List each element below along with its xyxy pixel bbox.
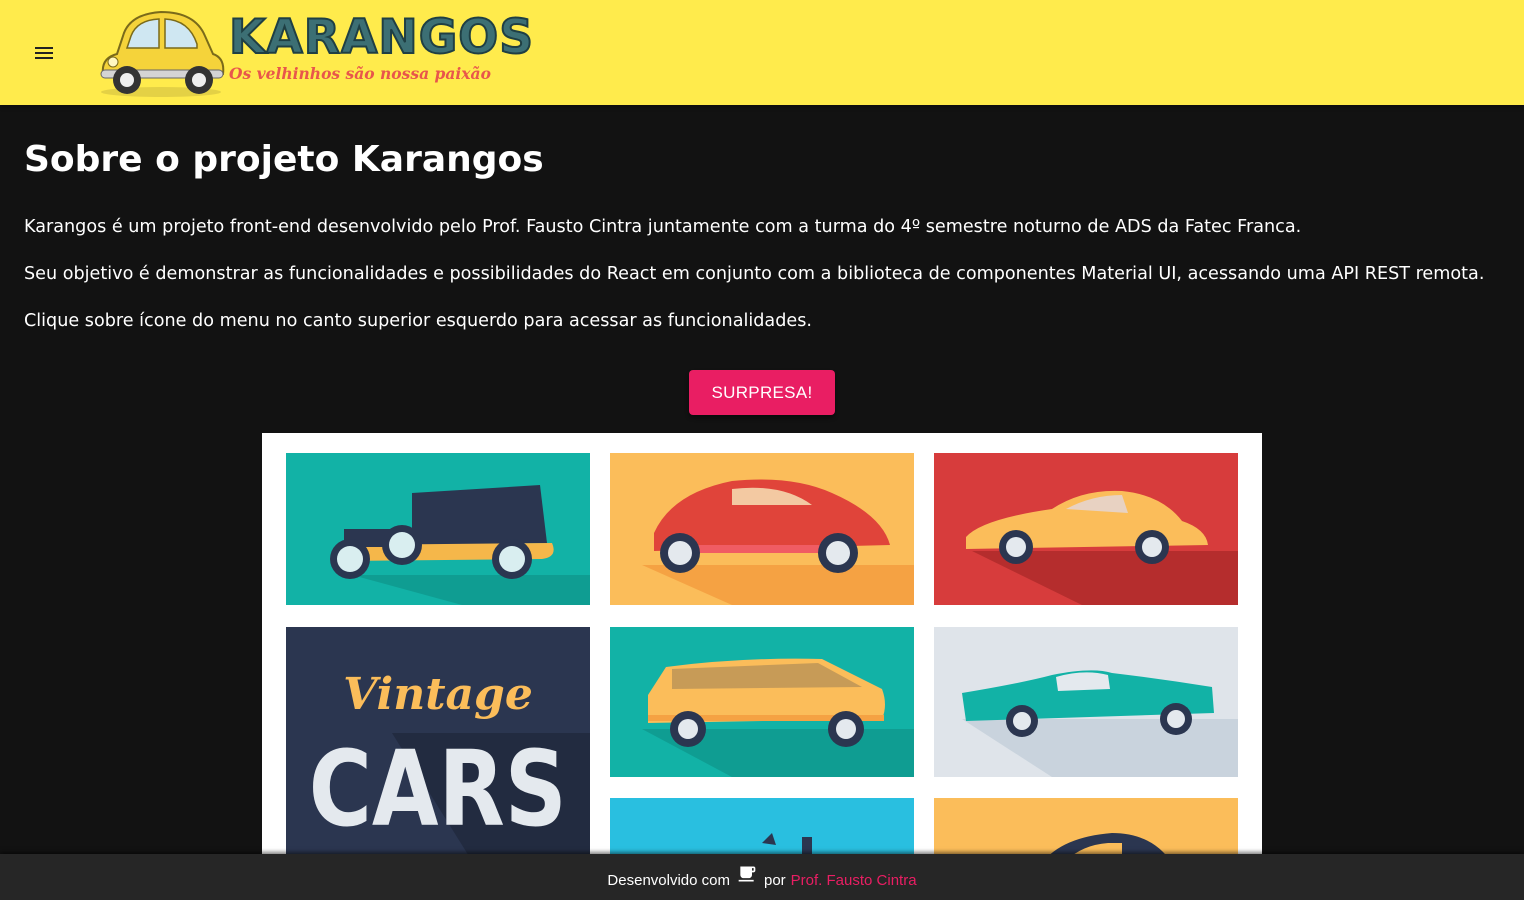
intro-paragraph: Karangos é um projeto front-end desenvol… bbox=[24, 217, 1302, 237]
surprise-button[interactable]: SURPRESA! bbox=[689, 370, 835, 415]
hamburger-menu-icon bbox=[35, 47, 53, 59]
app-bar: KARANGOS Os velhinhos são nossa paixão bbox=[0, 0, 1524, 105]
karangos-logo[interactable]: KARANGOS Os velhinhos são nossa paixão bbox=[95, 6, 534, 98]
antique-car-tile bbox=[286, 453, 590, 605]
cars-block-text: CARS bbox=[309, 728, 567, 850]
author-link[interactable]: Prof. Fausto Cintra bbox=[791, 872, 917, 889]
brand-tagline: Os velhinhos são nossa paixão bbox=[229, 64, 491, 83]
objective-paragraph: Seu objetivo é demonstrar as funcionalid… bbox=[24, 264, 1485, 284]
menu-button[interactable] bbox=[22, 31, 66, 75]
page-title: Sobre o projeto Karangos bbox=[24, 139, 544, 180]
beetle-tile bbox=[610, 453, 914, 605]
classic-teal-car-tile bbox=[934, 627, 1238, 777]
footer-prefix: Desenvolvido com bbox=[607, 871, 730, 889]
yellow-car-logo-icon bbox=[100, 10, 225, 97]
vintage-cars-image: Vintage CARS bbox=[262, 433, 1262, 863]
vintage-script-text: Vintage bbox=[343, 669, 533, 720]
vintage-title-tile: Vintage CARS bbox=[286, 627, 590, 863]
station-wagon-tile bbox=[610, 627, 914, 777]
instruction-paragraph: Clique sobre ícone do menu no canto supe… bbox=[24, 311, 812, 331]
footer-by: por bbox=[763, 871, 786, 889]
brand-name: KARANGOS bbox=[228, 9, 535, 66]
about-content: Sobre o projeto Karangos Karangos é um p… bbox=[24, 136, 1504, 335]
coffee-icon bbox=[737, 864, 757, 888]
sports-car-tile bbox=[934, 453, 1238, 605]
footer: Desenvolvido com por Prof. Fausto Cintra bbox=[0, 854, 1524, 900]
